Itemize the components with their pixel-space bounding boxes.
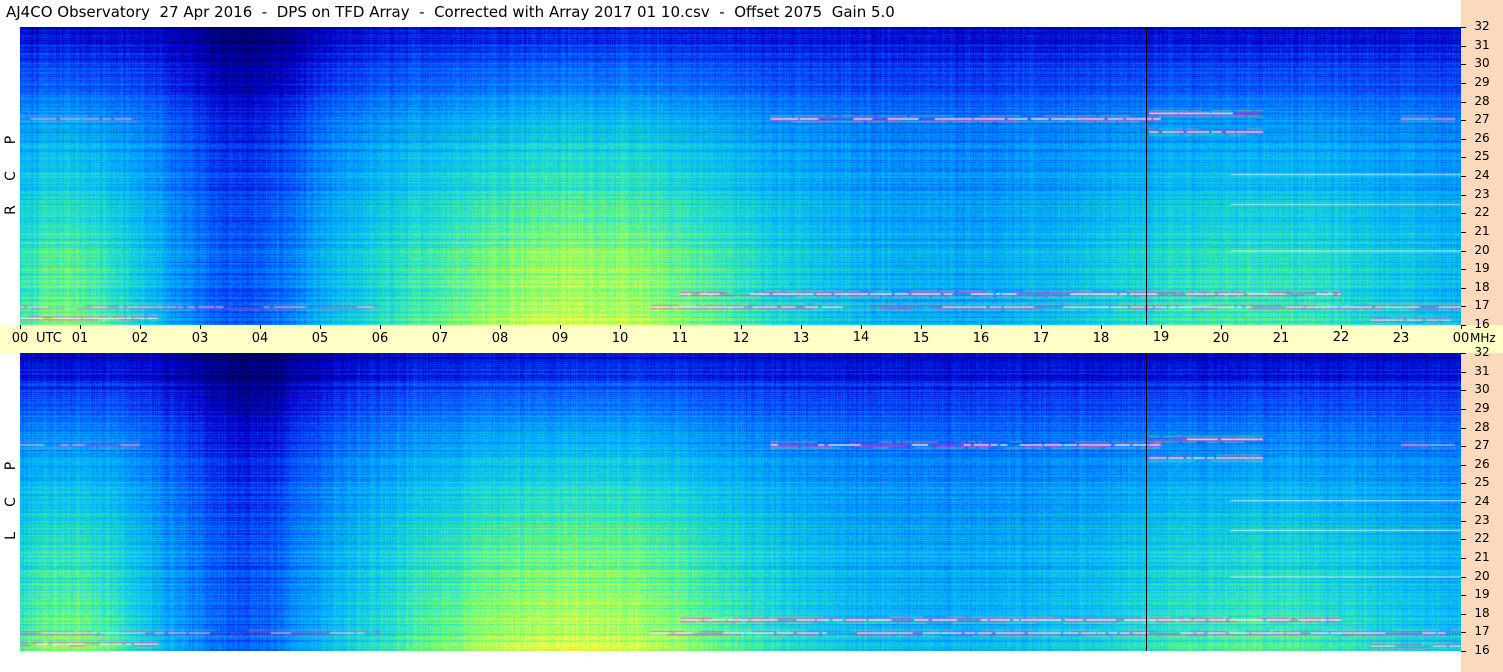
rcp-spectrogram — [20, 27, 1461, 325]
polarization-letter: R — [3, 205, 19, 215]
chart-title: AJ4CO Observatory 27 Apr 2016 - DPS on T… — [6, 3, 895, 21]
polarization-letter: P — [3, 461, 19, 471]
polarization-letter: C — [3, 171, 19, 181]
lcp-spectrogram-panel — [20, 353, 1461, 651]
polarization-letter: P — [3, 135, 19, 145]
polarization-letter: C — [3, 497, 19, 507]
polarization-letter: L — [3, 532, 19, 540]
utc-axis-strip — [0, 325, 1503, 353]
rcp-spectrogram-panel — [20, 27, 1461, 325]
lcp-spectrogram — [20, 353, 1461, 651]
